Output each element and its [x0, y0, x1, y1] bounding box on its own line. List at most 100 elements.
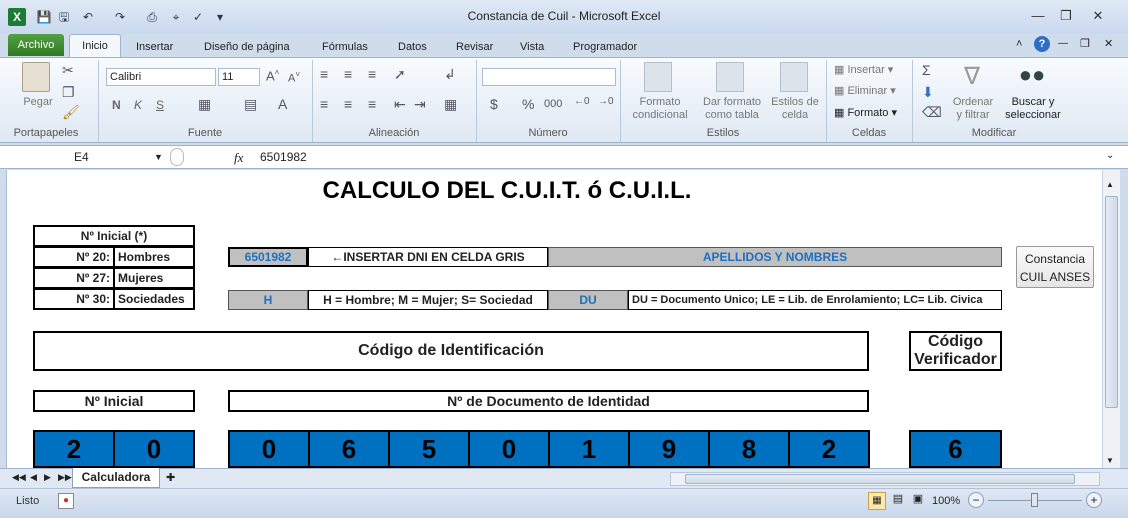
zoom-slider-thumb[interactable] — [1031, 493, 1038, 507]
wrap-text-icon[interactable]: ↲ — [444, 66, 456, 83]
clear-icon[interactable]: ⌫ — [922, 104, 942, 121]
format-table-button[interactable]: Dar formato como tabla — [698, 96, 766, 122]
name-box-dropdown-icon[interactable]: ▼ — [154, 147, 163, 167]
group-alineacion-label: Alineación — [368, 127, 420, 139]
borders-icon[interactable]: ▦ — [198, 96, 211, 113]
scroll-thumb[interactable] — [1105, 196, 1118, 408]
new-sheet-icon[interactable]: ✚ — [166, 471, 175, 484]
format-table-icon[interactable] — [716, 62, 744, 92]
name-box[interactable]: E4 ▼ — [8, 147, 168, 167]
insert-cells-button[interactable]: ▦ Insertar ▾ — [834, 64, 893, 77]
scroll-down-icon[interactable]: ▼ — [1106, 456, 1114, 465]
vertical-scrollbar[interactable]: ▲ ▼ — [1102, 170, 1120, 468]
indent-increase-icon[interactable]: ⇥ — [414, 96, 426, 113]
formula-expand-icon[interactable]: ⌄ — [1106, 150, 1114, 161]
minimize-icon[interactable]: — — [1024, 6, 1052, 26]
collapse-ribbon-icon[interactable]: ˄ — [1016, 38, 1022, 50]
fill-icon[interactable]: ⬇ — [922, 84, 934, 101]
last-sheet-icon[interactable]: ▶▶ — [58, 472, 72, 483]
macro-record-icon[interactable]: ● — [58, 493, 74, 509]
number-format-select[interactable] — [482, 68, 616, 86]
paste-icon[interactable] — [22, 62, 50, 92]
sexo-input-cell[interactable]: H — [228, 290, 308, 310]
align-bottom-icon[interactable]: ≡ — [368, 66, 376, 82]
merge-center-icon[interactable]: ▦ — [444, 96, 457, 113]
cut-icon[interactable]: ✂ — [62, 62, 74, 79]
page-layout-view-icon[interactable]: ▤ — [890, 492, 906, 510]
align-middle-icon[interactable]: ≡ — [344, 66, 352, 82]
doc-restore-icon[interactable]: ❐ — [1080, 37, 1090, 50]
first-sheet-icon[interactable]: ◀◀ — [12, 472, 26, 483]
horizontal-scrollbar[interactable] — [670, 472, 1100, 486]
font-size-select[interactable]: 11 — [218, 68, 260, 86]
delete-cells-button[interactable]: ▦ Eliminar ▾ — [834, 85, 896, 98]
format-painter-icon[interactable]: 🖌 — [62, 104, 80, 121]
tab-diseno[interactable]: Diseño de página — [204, 38, 290, 56]
tab-insertar[interactable]: Insertar — [136, 38, 173, 56]
tab-archivo[interactable]: Archivo — [8, 34, 64, 56]
formula-input[interactable]: 6501982 — [260, 150, 307, 164]
tab-datos[interactable]: Datos — [398, 38, 427, 56]
fill-color-icon[interactable]: ▤ — [244, 96, 257, 113]
orientation-icon[interactable]: ➚ — [394, 66, 406, 83]
decimal-decrease-icon[interactable]: →0 — [598, 96, 614, 107]
tab-programador[interactable]: Programador — [573, 38, 637, 56]
thousands-icon[interactable]: 000 — [544, 98, 562, 110]
cell-styles-icon[interactable] — [780, 62, 808, 92]
tab-inicio[interactable]: Inicio — [69, 34, 121, 58]
find-select-button[interactable]: Buscar y seleccionar — [998, 96, 1068, 122]
formula-expand-handle[interactable] — [170, 148, 184, 166]
close-icon[interactable]: ✕ — [1084, 6, 1112, 26]
conditional-format-icon[interactable] — [644, 62, 672, 92]
percent-icon[interactable]: % — [522, 96, 534, 112]
autosum-icon[interactable]: Σ — [922, 62, 931, 78]
group-estilos-label: Estilos — [706, 127, 740, 139]
sort-filter-icon[interactable]: ∇ — [958, 62, 986, 92]
find-select-icon[interactable]: ●● — [1018, 62, 1046, 92]
currency-icon[interactable]: $ — [490, 96, 498, 112]
tab-formulas[interactable]: Fórmulas — [322, 38, 368, 56]
apellidos-cell[interactable]: APELLIDOS Y NOMBRES — [548, 247, 1002, 267]
indent-decrease-icon[interactable]: ⇤ — [394, 96, 406, 113]
conditional-format-button[interactable]: Formato condicional — [624, 96, 696, 122]
format-cells-button[interactable]: ▦ Formato ▾ — [834, 107, 897, 120]
font-color-icon[interactable]: A — [278, 96, 287, 112]
font-name-select[interactable]: Calibri — [106, 68, 216, 86]
zoom-out-icon[interactable]: − — [968, 492, 984, 508]
italic-icon[interactable]: K — [134, 98, 142, 112]
format-table-line1: Dar formato — [702, 96, 762, 108]
page-break-view-icon[interactable]: ▣ — [910, 492, 926, 510]
hscroll-thumb[interactable] — [685, 474, 1075, 484]
doc-minimize-icon[interactable]: — — [1058, 38, 1068, 49]
worksheet[interactable]: CALCULO DEL C.U.I.T. ó C.U.I.L. Nº Inici… — [6, 170, 1102, 468]
zoom-in-icon[interactable]: + — [1086, 492, 1102, 508]
normal-view-icon[interactable]: ▦ — [868, 492, 886, 510]
copy-icon[interactable]: ❐ — [62, 84, 75, 101]
prev-sheet-icon[interactable]: ◀ — [30, 472, 37, 483]
paste-button[interactable]: Pegar — [20, 96, 56, 109]
tab-revisar[interactable]: Revisar — [456, 38, 493, 56]
next-sheet-icon[interactable]: ▶ — [44, 472, 51, 483]
scroll-up-icon[interactable]: ▲ — [1106, 180, 1114, 189]
decimal-increase-icon[interactable]: ←0 — [574, 96, 590, 107]
align-top-icon[interactable]: ≡ — [320, 66, 328, 82]
underline-icon[interactable]: S — [156, 98, 164, 112]
align-center-icon[interactable]: ≡ — [344, 96, 352, 112]
doc-close-icon[interactable]: ✕ — [1104, 37, 1113, 50]
align-left-icon[interactable]: ≡ — [320, 96, 328, 112]
cell-styles-button[interactable]: Estilos de celda — [768, 96, 822, 122]
help-icon[interactable]: ? — [1034, 36, 1050, 52]
sheet-tab-calculadora[interactable]: Calculadora — [72, 468, 160, 488]
decrease-font-icon[interactable]: A˅ — [288, 70, 300, 85]
restore-icon[interactable]: ❐ — [1052, 6, 1080, 26]
doc-type-cell[interactable]: DU — [548, 290, 628, 310]
increase-font-icon[interactable]: A˄ — [266, 68, 279, 83]
fx-icon[interactable]: fx — [234, 150, 243, 166]
tab-vista[interactable]: Vista — [520, 38, 544, 56]
sort-filter-button[interactable]: Ordenar y filtrar — [946, 96, 1000, 122]
constancia-cuil-button[interactable]: Constancia CUIL ANSES — [1016, 246, 1094, 288]
dni-input-cell[interactable]: 6501982 — [228, 247, 308, 267]
bold-icon[interactable]: N — [112, 98, 121, 112]
align-right-icon[interactable]: ≡ — [368, 96, 376, 112]
zoom-level[interactable]: 100% — [932, 495, 960, 507]
